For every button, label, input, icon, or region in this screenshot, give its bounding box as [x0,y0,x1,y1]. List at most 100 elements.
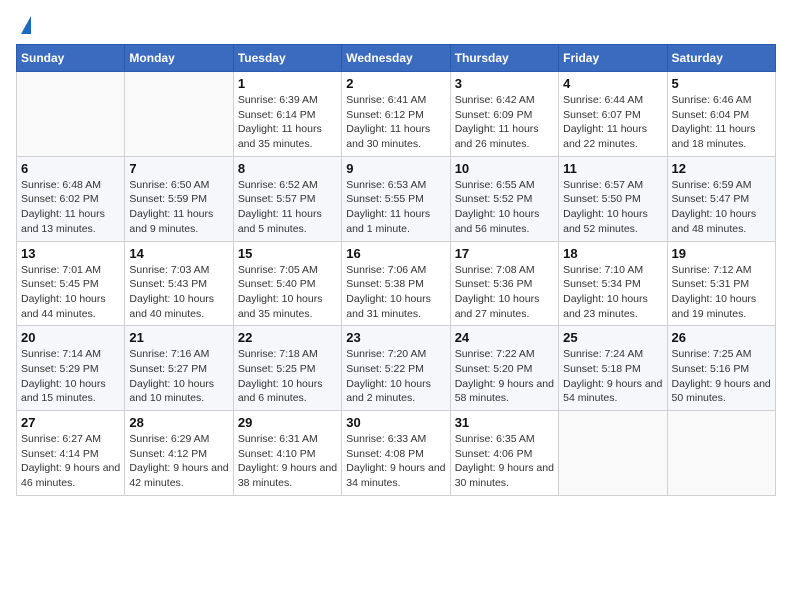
calendar-day-header: Friday [559,45,667,72]
day-number: 6 [21,161,120,176]
day-info: Sunrise: 7:06 AMSunset: 5:38 PMDaylight:… [346,263,445,322]
day-info: Sunrise: 6:57 AMSunset: 5:50 PMDaylight:… [563,178,662,237]
calendar-cell [17,72,125,157]
day-number: 25 [563,330,662,345]
day-info: Sunrise: 6:31 AMSunset: 4:10 PMDaylight:… [238,432,337,491]
calendar-cell: 12 Sunrise: 6:59 AMSunset: 5:47 PMDayligh… [667,156,775,241]
day-info: Sunrise: 6:44 AMSunset: 6:07 PMDaylight:… [563,93,662,152]
calendar-cell: 20 Sunrise: 7:14 AMSunset: 5:29 PMDayligh… [17,326,125,411]
day-info: Sunrise: 7:25 AMSunset: 5:16 PMDaylight:… [672,347,771,406]
calendar-day-header: Thursday [450,45,558,72]
day-info: Sunrise: 7:05 AMSunset: 5:40 PMDaylight:… [238,263,337,322]
calendar-cell: 22 Sunrise: 7:18 AMSunset: 5:25 PMDayligh… [233,326,341,411]
day-info: Sunrise: 7:14 AMSunset: 5:29 PMDaylight:… [21,347,120,406]
day-number: 7 [129,161,228,176]
day-number: 28 [129,415,228,430]
calendar-cell: 15 Sunrise: 7:05 AMSunset: 5:40 PMDayligh… [233,241,341,326]
logo-triangle-icon [21,16,31,34]
day-info: Sunrise: 6:41 AMSunset: 6:12 PMDaylight:… [346,93,445,152]
calendar-cell: 23 Sunrise: 7:20 AMSunset: 5:22 PMDayligh… [342,326,450,411]
day-number: 5 [672,76,771,91]
day-info: Sunrise: 7:10 AMSunset: 5:34 PMDaylight:… [563,263,662,322]
day-number: 3 [455,76,554,91]
day-number: 31 [455,415,554,430]
calendar-week-row: 27 Sunrise: 6:27 AMSunset: 4:14 PMDayligh… [17,411,776,496]
calendar-cell: 31 Sunrise: 6:35 AMSunset: 4:06 PMDayligh… [450,411,558,496]
calendar-week-row: 6Sunrise: 6:48 AMSunset: 6:02 PMDaylight… [17,156,776,241]
day-number: 27 [21,415,120,430]
calendar-day-header: Tuesday [233,45,341,72]
day-info: Sunrise: 7:24 AMSunset: 5:18 PMDaylight:… [563,347,662,406]
day-number: 12 [672,161,771,176]
calendar-header-row: SundayMondayTuesdayWednesdayThursdayFrid… [17,45,776,72]
day-info: Sunrise: 7:16 AMSunset: 5:27 PMDaylight:… [129,347,228,406]
day-info: Sunrise: 6:53 AMSunset: 5:55 PMDaylight:… [346,178,445,237]
calendar-cell: 25 Sunrise: 7:24 AMSunset: 5:18 PMDayligh… [559,326,667,411]
day-number: 30 [346,415,445,430]
day-info: Sunrise: 6:35 AMSunset: 4:06 PMDaylight:… [455,432,554,491]
calendar-cell: 26Sunrise: 7:25 AMSunset: 5:16 PMDayligh… [667,326,775,411]
calendar-cell: 21 Sunrise: 7:16 AMSunset: 5:27 PMDayligh… [125,326,233,411]
calendar-cell: 2 Sunrise: 6:41 AMSunset: 6:12 PMDaylight… [342,72,450,157]
calendar-cell: 7 Sunrise: 6:50 AMSunset: 5:59 PMDaylight… [125,156,233,241]
calendar-cell: 30 Sunrise: 6:33 AMSunset: 4:08 PMDayligh… [342,411,450,496]
calendar-week-row: 1Sunrise: 6:39 AMSunset: 6:14 PMDaylight… [17,72,776,157]
calendar-day-header: Sunday [17,45,125,72]
logo [16,16,31,34]
day-number: 19 [672,246,771,261]
calendar-cell: 24 Sunrise: 7:22 AMSunset: 5:20 PMDayligh… [450,326,558,411]
day-number: 13 [21,246,120,261]
day-number: 1 [238,76,337,91]
calendar-cell: 5Sunrise: 6:46 AMSunset: 6:04 PMDaylight… [667,72,775,157]
day-info: Sunrise: 7:18 AMSunset: 5:25 PMDaylight:… [238,347,337,406]
day-number: 10 [455,161,554,176]
calendar-cell: 8 Sunrise: 6:52 AMSunset: 5:57 PMDaylight… [233,156,341,241]
day-number: 24 [455,330,554,345]
day-info: Sunrise: 6:29 AMSunset: 4:12 PMDaylight:… [129,432,228,491]
day-number: 14 [129,246,228,261]
day-number: 29 [238,415,337,430]
day-number: 21 [129,330,228,345]
day-number: 4 [563,76,662,91]
calendar-cell: 17 Sunrise: 7:08 AMSunset: 5:36 PMDayligh… [450,241,558,326]
day-number: 16 [346,246,445,261]
day-info: Sunrise: 6:55 AMSunset: 5:52 PMDaylight:… [455,178,554,237]
day-info: Sunrise: 6:50 AMSunset: 5:59 PMDaylight:… [129,178,228,237]
day-number: 18 [563,246,662,261]
calendar-cell: 18 Sunrise: 7:10 AMSunset: 5:34 PMDayligh… [559,241,667,326]
day-info: Sunrise: 7:20 AMSunset: 5:22 PMDaylight:… [346,347,445,406]
page-header [16,16,776,34]
day-number: 9 [346,161,445,176]
day-info: Sunrise: 7:12 AMSunset: 5:31 PMDaylight:… [672,263,771,322]
calendar-day-header: Saturday [667,45,775,72]
calendar-cell: 29 Sunrise: 6:31 AMSunset: 4:10 PMDayligh… [233,411,341,496]
day-number: 11 [563,161,662,176]
day-info: Sunrise: 6:52 AMSunset: 5:57 PMDaylight:… [238,178,337,237]
calendar-table: SundayMondayTuesdayWednesdayThursdayFrid… [16,44,776,496]
day-number: 15 [238,246,337,261]
calendar-cell: 9 Sunrise: 6:53 AMSunset: 5:55 PMDaylight… [342,156,450,241]
day-info: Sunrise: 7:08 AMSunset: 5:36 PMDaylight:… [455,263,554,322]
calendar-cell: 1Sunrise: 6:39 AMSunset: 6:14 PMDaylight… [233,72,341,157]
calendar-cell: 11 Sunrise: 6:57 AMSunset: 5:50 PMDayligh… [559,156,667,241]
day-number: 20 [21,330,120,345]
calendar-cell: 13Sunrise: 7:01 AMSunset: 5:45 PMDayligh… [17,241,125,326]
day-info: Sunrise: 7:22 AMSunset: 5:20 PMDaylight:… [455,347,554,406]
calendar-cell: 3 Sunrise: 6:42 AMSunset: 6:09 PMDaylight… [450,72,558,157]
day-number: 8 [238,161,337,176]
calendar-cell [125,72,233,157]
calendar-day-header: Monday [125,45,233,72]
calendar-cell: 16 Sunrise: 7:06 AMSunset: 5:38 PMDayligh… [342,241,450,326]
day-info: Sunrise: 7:03 AMSunset: 5:43 PMDaylight:… [129,263,228,322]
day-info: Sunrise: 6:59 AMSunset: 5:47 PMDaylight:… [672,178,771,237]
day-number: 2 [346,76,445,91]
day-info: Sunrise: 6:33 AMSunset: 4:08 PMDaylight:… [346,432,445,491]
day-number: 23 [346,330,445,345]
calendar-cell: 14 Sunrise: 7:03 AMSunset: 5:43 PMDayligh… [125,241,233,326]
calendar-cell [559,411,667,496]
day-number: 17 [455,246,554,261]
day-info: Sunrise: 6:42 AMSunset: 6:09 PMDaylight:… [455,93,554,152]
day-info: Sunrise: 6:27 AMSunset: 4:14 PMDaylight:… [21,432,120,491]
calendar-cell: 10 Sunrise: 6:55 AMSunset: 5:52 PMDayligh… [450,156,558,241]
day-number: 22 [238,330,337,345]
